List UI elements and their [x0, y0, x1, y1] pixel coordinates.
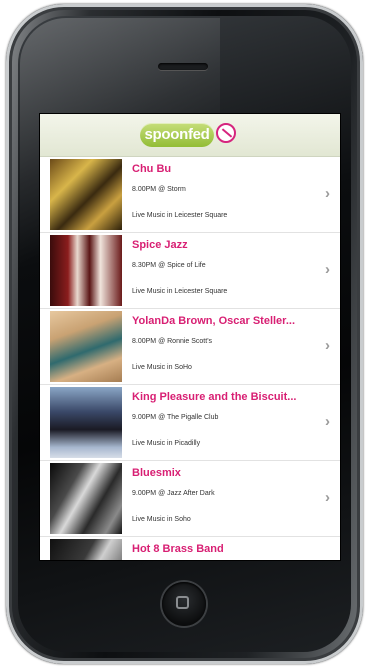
- event-row[interactable]: Spice Jazz 8.30PM @ Spice of Life Live M…: [40, 233, 340, 309]
- home-button[interactable]: [162, 582, 206, 626]
- event-time-venue: 9.00PM @ Jazz After Dark: [132, 490, 215, 497]
- event-title: King Pleasure and the Biscuit...: [132, 391, 297, 403]
- event-row[interactable]: Chu Bu 8.00PM @ Storm Live Music in Leic…: [40, 157, 340, 233]
- event-row[interactable]: King Pleasure and the Biscuit... 9.00PM …: [40, 385, 340, 461]
- event-row[interactable]: Bluesmix 9.00PM @ Jazz After Dark Live M…: [40, 461, 340, 537]
- event-row[interactable]: Hot 8 Brass Band: [40, 537, 340, 560]
- app-screen: spoonfed Chu Bu 8.00PM @ Storm Live Musi…: [39, 113, 341, 561]
- chevron-right-icon: ›: [325, 185, 330, 202]
- event-title: Bluesmix: [132, 467, 181, 479]
- event-time-venue: 9.00PM @ The Pigalle Club: [132, 414, 219, 421]
- app-header: spoonfed: [40, 114, 340, 157]
- earpiece-speaker: [158, 63, 208, 70]
- chevron-right-icon: ›: [325, 413, 330, 430]
- event-thumbnail: [50, 311, 122, 382]
- event-time-venue: 8.00PM @ Ronnie Scott's: [132, 338, 213, 345]
- event-list: Chu Bu 8.00PM @ Storm Live Music in Leic…: [40, 157, 340, 560]
- event-time-venue: 8.00PM @ Storm: [132, 186, 186, 193]
- chevron-right-icon: ›: [325, 489, 330, 506]
- event-time-venue: 8.30PM @ Spice of Life: [132, 262, 206, 269]
- event-thumbnail: [50, 387, 122, 458]
- spoonfed-logo: spoonfed: [140, 123, 214, 147]
- event-row[interactable]: YolanDa Brown, Oscar Steller... 8.00PM @…: [40, 309, 340, 385]
- event-location: Live Music in Picadilly: [132, 440, 201, 447]
- event-title: Chu Bu: [132, 163, 172, 175]
- event-location: Live Music in Leicester Square: [132, 212, 228, 219]
- chevron-right-icon: ›: [325, 337, 330, 354]
- event-thumbnail: [50, 159, 122, 230]
- event-location: Live Music in Leicester Square: [132, 288, 228, 295]
- event-title: YolanDa Brown, Oscar Steller...: [132, 315, 296, 327]
- event-location: Live Music in SoHo: [132, 364, 192, 371]
- event-title: Hot 8 Brass Band: [132, 543, 224, 555]
- chevron-right-icon: ›: [325, 261, 330, 278]
- event-thumbnail: [50, 463, 122, 534]
- home-button-icon: [176, 596, 189, 609]
- no-sign-icon: [216, 123, 236, 143]
- event-thumbnail: [50, 539, 122, 560]
- event-location: Live Music in Soho: [132, 516, 191, 523]
- event-title: Spice Jazz: [132, 239, 188, 251]
- event-thumbnail: [50, 235, 122, 306]
